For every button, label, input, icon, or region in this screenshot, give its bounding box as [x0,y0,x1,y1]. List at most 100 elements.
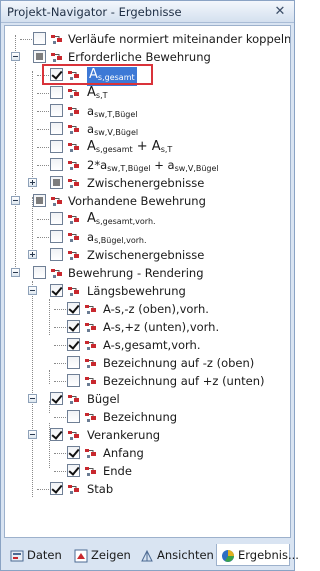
views-icon [140,548,154,562]
tree-row-r20[interactable]: Bügel [5,390,290,408]
tree-row-r15[interactable]: A-s,-z (oben),vorh. [5,300,290,318]
tree-item-label: Verankerung [87,428,161,442]
close-icon[interactable]: ✕ [272,4,288,20]
collapse-icon[interactable] [28,394,37,403]
result-icon [50,32,64,46]
tree-row-r24[interactable]: Ende [5,462,290,480]
result-icon [84,374,98,388]
result-icon [84,446,98,460]
checkbox[interactable] [67,338,80,351]
tree-row-r12[interactable]: Zwischenergebnisse [5,246,290,264]
tab-results[interactable]: Ergebnis... [216,544,299,566]
checkbox[interactable] [67,302,80,315]
checkbox[interactable] [33,32,46,45]
tree-item-label: Bewehrung - Rendering [68,266,204,280]
tree-row-r13[interactable]: Bewehrung - Rendering [5,264,290,282]
panel-title: Projekt-Navigator - Ergebnisse [7,5,182,19]
result-icon [50,194,64,208]
tree-item-label: Längsbewehrung [87,284,186,298]
checkbox[interactable] [50,140,63,153]
tree-row-r17[interactable]: A-s,gesamt,vorh. [5,336,290,354]
tree-row-r21[interactable]: Bezeichnung [5,408,290,426]
tree-row-r0[interactable]: Verläufe normiert miteinander koppeln [5,30,290,48]
tree-item-label: Erforderliche Bewehrung [68,50,211,64]
tree-row-r3[interactable]: As,T [5,84,290,102]
tree-item-label: A-s,-z (oben),vorh. [103,302,209,316]
checkbox[interactable] [67,320,80,333]
tree-row-r16[interactable]: A-s,+z (unten),vorh. [5,318,290,336]
result-icon [67,284,81,298]
tab-data[interactable]: Daten [6,544,68,566]
tree-row-r4[interactable]: asw,T,Bügel [5,102,290,120]
checkbox[interactable] [50,176,63,189]
checkbox[interactable] [67,374,80,387]
result-icon [84,356,98,370]
data-icon [10,548,24,562]
tree-item-label: Stab [87,482,114,496]
tab-data-label: Daten [27,548,62,562]
checkbox[interactable] [50,428,63,441]
tab-results-label: Ergebnis... [238,548,299,562]
result-icon [67,482,81,496]
collapse-icon[interactable] [28,430,37,439]
checkbox[interactable] [50,284,63,297]
checkbox[interactable] [50,230,63,243]
title-bar: Projekt-Navigator - Ergebnisse ✕ [1,1,294,23]
checkbox[interactable] [67,464,80,477]
project-navigator-panel: Projekt-Navigator - Ergebnisse ✕ Verläuf… [0,0,299,571]
tree-row-r10[interactable]: As,gesamt,vorh. [5,210,290,228]
tree-item-label: Bügel [87,392,120,406]
tree-item-label: A-s,gesamt,vorh. [103,338,201,352]
result-icon [67,212,81,226]
checkbox[interactable] [67,446,80,459]
checkbox[interactable] [67,356,80,369]
tab-views[interactable]: Ansichten [136,544,214,566]
tree-item-label: Anfang [103,446,144,460]
checkbox[interactable] [50,212,63,225]
result-icon [67,158,81,172]
expand-icon[interactable] [28,178,37,187]
checkbox[interactable] [50,392,63,405]
result-icon [50,50,64,64]
checkbox[interactable] [50,122,63,135]
checkbox[interactable] [50,104,63,117]
result-icon [50,266,64,280]
checkbox[interactable] [50,482,63,495]
result-icon [67,176,81,190]
result-icon [84,338,98,352]
checkbox[interactable] [33,194,46,207]
tree-row-r25[interactable]: Stab [5,480,290,498]
tree-row-r7[interactable]: 2*asw,T,Bügel + asw,V,Bügel [5,156,290,174]
checkbox[interactable] [33,50,46,63]
collapse-icon[interactable] [11,52,20,61]
collapse-icon[interactable] [28,286,37,295]
result-icon [67,248,81,262]
tree-row-r18[interactable]: Bezeichnung auf -z (oben) [5,354,290,372]
result-icon [67,140,81,154]
tree-row-r5[interactable]: asw,V,Bügel [5,120,290,138]
expand-icon[interactable] [28,250,37,259]
tree-row-r6[interactable]: As,gesamt + As,T [5,138,290,156]
checkbox[interactable] [50,248,63,261]
checkbox[interactable] [50,158,63,171]
checkbox[interactable] [50,86,63,99]
result-icon [84,320,98,334]
tree-row-r23[interactable]: Anfang [5,444,290,462]
tree-row-r19[interactable]: Bezeichnung auf +z (unten) [5,372,290,390]
collapse-icon[interactable] [11,268,20,277]
tree-row-r9[interactable]: Vorhandene Bewehrung [5,192,290,210]
tree-row-r22[interactable]: Verankerung [5,426,290,444]
tree-item-label: Bezeichnung [103,410,178,424]
result-icon [67,86,81,100]
tree-item-label: Bezeichnung auf +z (unten) [103,374,265,388]
navigator-tabs: Daten Zeigen Ansichten Ergebnis... [4,542,299,568]
result-icon [67,428,81,442]
collapse-icon[interactable] [11,196,20,205]
tree-row-r8[interactable]: Zwischenergebnisse [5,174,290,192]
checkbox[interactable] [67,410,80,423]
checkbox[interactable] [33,266,46,279]
tree-row-r11[interactable]: as,Bügel,vorh. [5,228,290,246]
results-tree[interactable]: Verläufe normiert miteinander koppeln Erf… [4,25,291,538]
tab-display[interactable]: Zeigen [70,544,134,566]
tree-row-r14[interactable]: Längsbewehrung [5,282,290,300]
